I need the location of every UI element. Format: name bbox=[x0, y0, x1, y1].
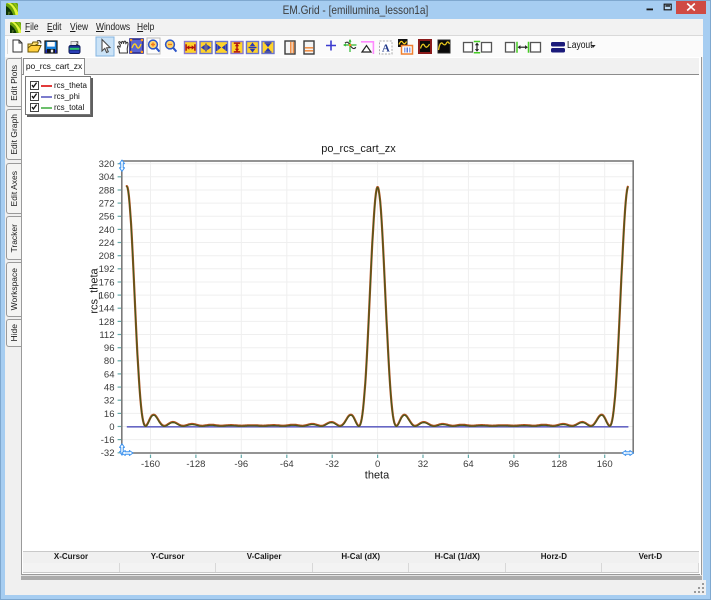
svg-text:160: 160 bbox=[597, 459, 613, 470]
svg-text:rcs_theta: rcs_theta bbox=[89, 267, 101, 313]
svg-text:po_rcs_cart_zx: po_rcs_cart_zx bbox=[321, 143, 396, 155]
svg-text:96: 96 bbox=[509, 459, 520, 470]
svg-text:288: 288 bbox=[99, 185, 115, 196]
svg-text:-16: -16 bbox=[101, 435, 115, 446]
svg-text:-96: -96 bbox=[234, 459, 248, 470]
svg-text:0: 0 bbox=[375, 459, 380, 470]
svg-text:96: 96 bbox=[104, 343, 115, 354]
svg-text:256: 256 bbox=[99, 212, 115, 223]
svg-text:-128: -128 bbox=[186, 459, 205, 470]
svg-text:48: 48 bbox=[104, 383, 115, 394]
svg-text:-160: -160 bbox=[141, 459, 160, 470]
svg-text:64: 64 bbox=[463, 459, 474, 470]
svg-text:160: 160 bbox=[99, 291, 115, 302]
svg-text:272: 272 bbox=[99, 199, 115, 210]
svg-text:144: 144 bbox=[99, 304, 115, 315]
svg-text:0: 0 bbox=[109, 422, 114, 433]
svg-text:80: 80 bbox=[104, 356, 115, 367]
svg-text:112: 112 bbox=[99, 330, 114, 341]
svg-text:16: 16 bbox=[104, 409, 115, 420]
svg-text:304: 304 bbox=[99, 172, 115, 183]
svg-text:176: 176 bbox=[99, 277, 115, 288]
svg-text:208: 208 bbox=[99, 251, 115, 262]
svg-text:-32: -32 bbox=[325, 459, 339, 470]
svg-text:theta: theta bbox=[365, 470, 390, 482]
svg-text:240: 240 bbox=[99, 225, 115, 236]
svg-text:320: 320 bbox=[99, 159, 115, 170]
svg-text:32: 32 bbox=[104, 396, 115, 407]
svg-text:-32: -32 bbox=[101, 448, 115, 459]
svg-text:-64: -64 bbox=[280, 459, 294, 470]
svg-text:64: 64 bbox=[104, 369, 115, 380]
svg-text:32: 32 bbox=[418, 459, 429, 470]
svg-text:128: 128 bbox=[99, 317, 115, 328]
svg-text:128: 128 bbox=[551, 459, 567, 470]
svg-text:192: 192 bbox=[99, 264, 115, 275]
svg-text:224: 224 bbox=[99, 238, 115, 249]
